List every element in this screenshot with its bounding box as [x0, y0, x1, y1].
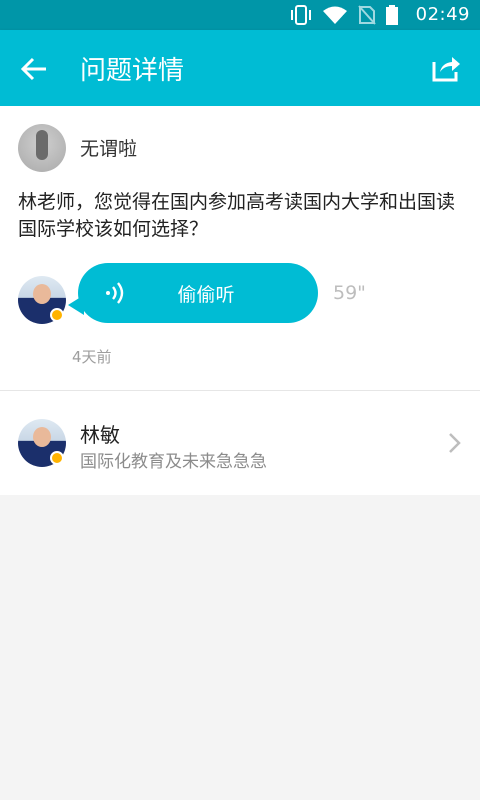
verified-badge [50, 308, 64, 322]
question-card: 无谓啦 林老师，您觉得在国内参加高考读国内大学和出国读国际学校该如何选择？ 偷偷… [0, 106, 480, 391]
expert-profile-row[interactable]: 林敏 国际化教育及未来急急急 [0, 391, 480, 495]
app-bar: 问题详情 [0, 30, 480, 106]
question-text: 林老师，您觉得在国内参加高考读国内大学和出国读国际学校该如何选择？ [18, 191, 456, 240]
share-icon[interactable] [430, 52, 462, 84]
expert-verified-badge [50, 451, 64, 465]
page-title: 问题详情 [80, 56, 185, 86]
back-arrow-icon[interactable] [18, 52, 52, 86]
answer-time: 4天前 [72, 348, 112, 366]
vibrate-icon [291, 5, 311, 25]
battery-icon [386, 5, 398, 25]
status-icons [290, 5, 398, 25]
expert-name: 林敏 [80, 423, 120, 447]
voice-duration: 59" [333, 282, 366, 304]
expert-description: 国际化教育及未来急急急 [80, 452, 267, 472]
status-bar: 02:49 [0, 0, 480, 30]
asker-avatar[interactable] [18, 124, 66, 172]
wifi-icon [323, 6, 347, 24]
chevron-right-icon [449, 433, 461, 453]
asker-name: 无谓啦 [80, 138, 138, 160]
no-sim-icon [358, 5, 376, 25]
status-time: 02:49 [415, 4, 470, 25]
voice-answer-label: 偷偷听 [177, 284, 235, 306]
voice-answer-button[interactable]: 偷偷听 [68, 263, 318, 323]
